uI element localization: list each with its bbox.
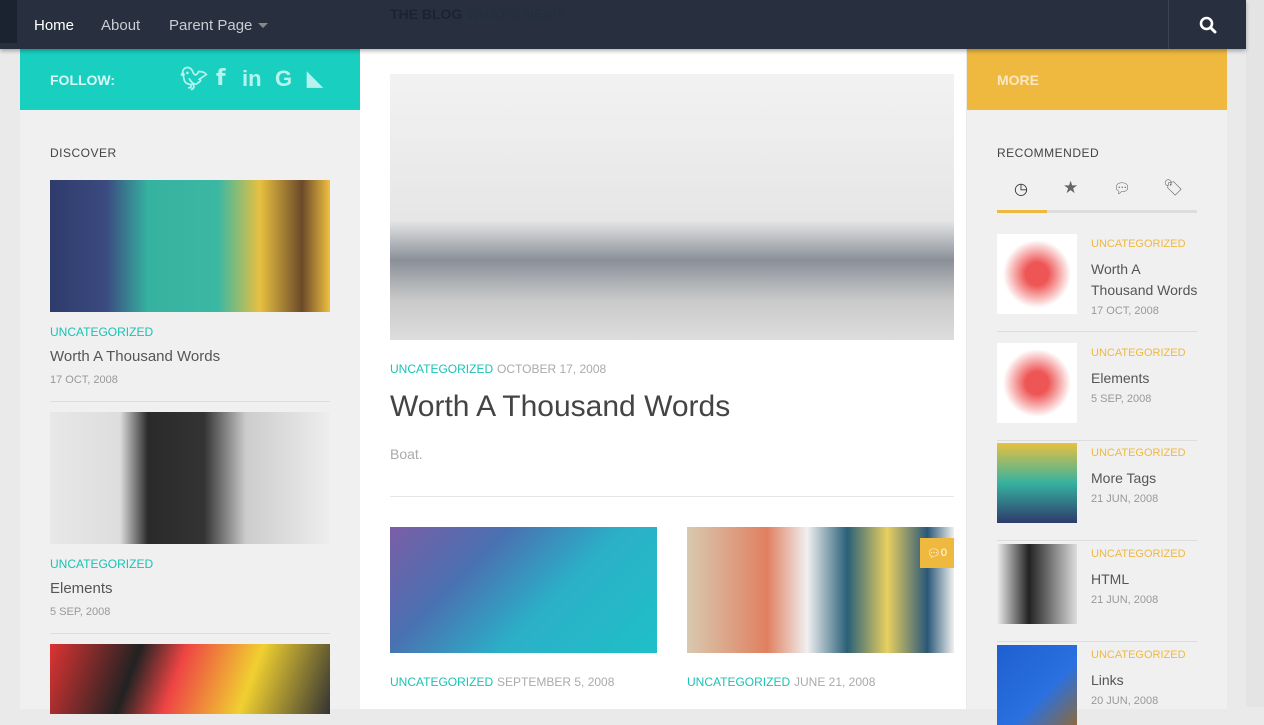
post-date: 17 OCT, 2008 <box>1091 305 1159 317</box>
post-title[interactable]: Worth A Thousand Words <box>1091 259 1201 301</box>
post-thumbnail[interactable] <box>50 412 330 544</box>
featured-title[interactable]: Worth A Thousand Words <box>390 390 730 424</box>
scrollbar[interactable] <box>1246 0 1264 707</box>
post-category[interactable]: UNCATEGORIZED <box>50 557 153 571</box>
nav-parent-label: Parent Page <box>169 17 253 34</box>
post-thumbnail[interactable] <box>997 544 1077 624</box>
post-thumbnail[interactable] <box>997 443 1077 523</box>
post-category[interactable]: UNCATEGORIZED <box>390 675 493 689</box>
search-button[interactable] <box>1168 0 1246 49</box>
linkedin-icon[interactable]: in <box>242 66 262 92</box>
post-date: 17 OCT, 2008 <box>50 374 118 386</box>
divider <box>997 440 1197 441</box>
more-bar: MORE <box>967 49 1227 110</box>
divider <box>997 641 1197 642</box>
post-category[interactable]: UNCATEGORIZED <box>1091 649 1186 661</box>
post-thumbnail[interactable] <box>50 644 330 714</box>
post-thumbnail[interactable] <box>997 343 1077 423</box>
post-date: 5 SEP, 2008 <box>50 606 111 618</box>
follow-bar: FOLLOW: 🐦︎ f in G ◣ <box>20 49 360 110</box>
recommended-tabs: ◷ ★ 💬︎ 🏷︎ <box>997 177 1197 213</box>
post-category[interactable]: UNCATEGORIZED <box>687 675 790 689</box>
divider <box>50 401 330 402</box>
nav-home[interactable]: Home <box>34 17 74 34</box>
post-title[interactable]: Worth A Thousand Words <box>50 348 220 365</box>
comment-count: 0 <box>940 547 948 559</box>
comments-icon: 💬︎ <box>926 547 941 560</box>
post-title[interactable]: Elements <box>50 580 113 597</box>
main-content: UNCATEGORIZED OCTOBER 17, 2008 Worth A T… <box>360 49 966 709</box>
active-tab-indicator <box>997 210 1047 213</box>
more-label: MORE <box>997 72 1039 88</box>
follow-label: FOLLOW: <box>50 72 116 88</box>
google-icon[interactable]: G <box>275 66 292 92</box>
post-thumbnail[interactable] <box>997 645 1077 725</box>
right-sidebar: MORE RECOMMENDED ◷ ★ 💬︎ 🏷︎ UNCATEGORIZED… <box>967 49 1227 725</box>
facebook-icon[interactable]: f <box>216 66 226 91</box>
post-thumbnail[interactable] <box>997 234 1077 314</box>
post-category[interactable]: UNCATEGORIZED <box>50 325 153 339</box>
comments-icon[interactable]: 💬︎ <box>1113 180 1131 197</box>
post-category[interactable]: UNCATEGORIZED <box>1091 238 1186 250</box>
post-title[interactable]: Elements <box>1091 368 1201 389</box>
divider <box>997 331 1197 332</box>
featured-excerpt: Boat. <box>390 446 423 462</box>
post-title[interactable]: More Tags <box>1091 468 1201 489</box>
chevron-down-icon <box>258 23 269 33</box>
post-thumbnail[interactable] <box>390 527 657 653</box>
post-thumbnail[interactable] <box>50 180 330 312</box>
star-icon[interactable]: ★ <box>1063 178 1078 198</box>
nav-edge <box>0 0 17 43</box>
nav-parent-page[interactable]: Parent Page <box>169 17 269 34</box>
clock-icon[interactable]: ◷ <box>1014 179 1028 199</box>
post-title[interactable]: HTML <box>1091 569 1201 590</box>
post-date: 21 JUN, 2008 <box>1091 594 1159 606</box>
comment-count-badge[interactable]: 💬︎ 0 <box>920 538 954 568</box>
divider <box>390 496 954 497</box>
recommended-heading: RECOMMENDED <box>997 146 1100 160</box>
blog-heading: THE BLOG WHAT'S NEW? <box>390 6 565 22</box>
left-sidebar: FOLLOW: 🐦︎ f in G ◣ DISCOVER UNCATEGORIZ… <box>20 49 360 714</box>
discover-heading: DISCOVER <box>50 146 117 160</box>
post-title[interactable]: Links <box>1091 670 1201 691</box>
post-date: SEPTEMBER 5, 2008 <box>497 675 615 689</box>
post-date: JUNE 21, 2008 <box>794 675 876 689</box>
search-icon <box>1199 16 1216 33</box>
post-date: 5 SEP, 2008 <box>1091 393 1152 405</box>
divider <box>997 540 1197 541</box>
post-category[interactable]: UNCATEGORIZED <box>1091 347 1186 359</box>
post-category[interactable]: UNCATEGORIZED <box>1091 548 1186 560</box>
featured-date: OCTOBER 17, 2008 <box>497 362 607 376</box>
post-date: 20 JUN, 2008 <box>1091 695 1159 707</box>
post-date: 21 JUN, 2008 <box>1091 493 1159 505</box>
post-category[interactable]: UNCATEGORIZED <box>1091 447 1186 459</box>
featured-category[interactable]: UNCATEGORIZED <box>390 362 493 376</box>
blog-label: THE BLOG <box>390 6 463 22</box>
twitter-icon[interactable]: 🐦︎ <box>180 66 208 92</box>
tags-icon[interactable]: 🏷︎ <box>1163 178 1183 198</box>
post-thumbnail[interactable]: 💬︎ 0 <box>687 527 954 653</box>
nav-about[interactable]: About <box>101 17 140 34</box>
featured-image[interactable] <box>390 74 954 340</box>
blog-sub: WHAT'S NEW? <box>466 6 565 22</box>
divider <box>50 633 330 634</box>
rss-icon[interactable]: ◣ <box>307 66 322 91</box>
top-nav: Home About Parent Page THE BLOG WHAT'S N… <box>0 0 1246 49</box>
